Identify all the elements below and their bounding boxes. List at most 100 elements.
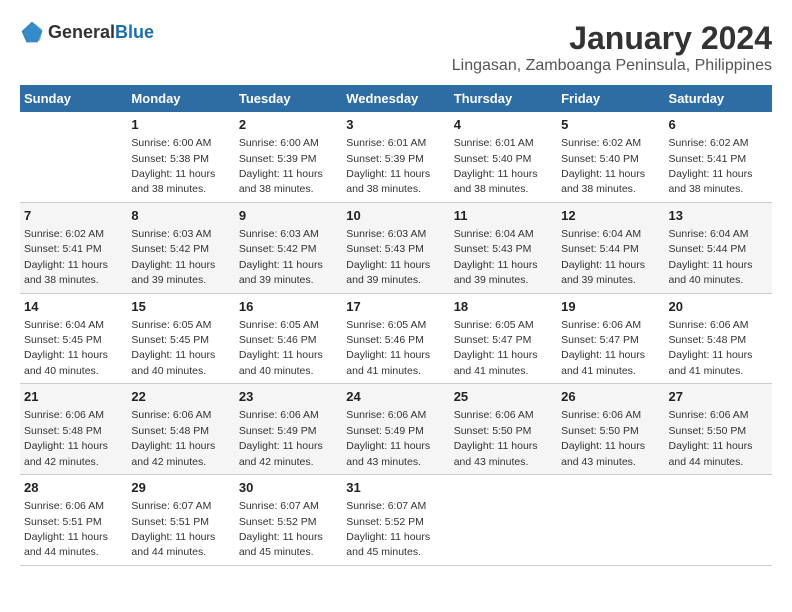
calendar-cell: 30Sunrise: 6:07 AMSunset: 5:52 PMDayligh…: [235, 475, 342, 566]
cell-info-line: Sunrise: 6:03 AM: [239, 228, 319, 240]
cell-info-line: Sunset: 5:42 PM: [239, 243, 317, 255]
calendar-cell: 5Sunrise: 6:02 AMSunset: 5:40 PMDaylight…: [557, 112, 664, 202]
cell-info-line: and 39 minutes.: [561, 274, 636, 286]
cell-info-line: Daylight: 11 hours: [561, 440, 645, 452]
cell-info-line: Sunset: 5:46 PM: [239, 334, 317, 346]
day-number: 23: [239, 388, 338, 406]
calendar-table: SundayMondayTuesdayWednesdayThursdayFrid…: [20, 85, 772, 566]
cell-info-line: Sunset: 5:44 PM: [561, 243, 639, 255]
cell-info-line: Daylight: 11 hours: [346, 440, 430, 452]
calendar-cell: 7Sunrise: 6:02 AMSunset: 5:41 PMDaylight…: [20, 202, 127, 293]
calendar-cell: 19Sunrise: 6:06 AMSunset: 5:47 PMDayligh…: [557, 293, 664, 384]
day-number: 7: [24, 207, 123, 225]
cell-info-line: Sunset: 5:52 PM: [239, 516, 317, 528]
calendar-cell: 20 Sunrise: 6:06 AM Sunset: 5:48 PM Dayligh…: [665, 293, 772, 384]
cell-info-line: Sunset: 5:44 PM: [669, 243, 747, 255]
cell-info-line: Sunset: 5:49 PM: [239, 425, 317, 437]
logo: GeneralBlue: [20, 20, 154, 44]
calendar-cell: 26Sunrise: 6:06 AMSunset: 5:50 PMDayligh…: [557, 384, 664, 475]
cell-info-line: Sunrise: 6:07 AM: [131, 500, 211, 512]
day-number: 20: [669, 298, 768, 316]
cell-info-line: Daylight: 11 hours: [131, 259, 215, 271]
cell-info-line: Sunset: 5:49 PM: [346, 425, 424, 437]
cell-info-line: Daylight: 11 hours: [346, 531, 430, 543]
day-number: 31: [346, 479, 445, 497]
day-number: 1: [131, 116, 230, 134]
cell-info-line: and 41 minutes.: [346, 365, 421, 377]
cell-info-line: Sunrise: 6:06 AM: [239, 409, 319, 421]
cell-info-line: Sunrise: 6:03 AM: [346, 228, 426, 240]
cell-info-line: and 42 minutes.: [131, 456, 206, 468]
cell-info-line: Sunrise: 6:00 AM: [239, 137, 319, 149]
cell-info-line: and 38 minutes.: [346, 183, 421, 195]
cell-info-line: Sunrise: 6:05 AM: [346, 319, 426, 331]
calendar-header-thursday: Thursday: [450, 85, 557, 112]
cell-info-line: Sunset: 5:40 PM: [454, 153, 532, 165]
cell-info-line: Sunset: 5:48 PM: [669, 334, 747, 346]
cell-info-line: Sunrise: 6:02 AM: [669, 137, 749, 149]
cell-info-line: Sunset: 5:40 PM: [561, 153, 639, 165]
cell-info-line: and 40 minutes.: [131, 365, 206, 377]
day-number: 14: [24, 298, 123, 316]
calendar-cell: 3Sunrise: 6:01 AMSunset: 5:39 PMDaylight…: [342, 112, 449, 202]
cell-info-line: Sunrise: 6:06 AM: [669, 319, 749, 331]
day-number: 10: [346, 207, 445, 225]
calendar-cell: [20, 112, 127, 202]
calendar-cell: 24Sunrise: 6:06 AMSunset: 5:49 PMDayligh…: [342, 384, 449, 475]
cell-info-line: Daylight: 11 hours: [131, 531, 215, 543]
day-number: 6: [669, 116, 768, 134]
cell-info-line: Daylight: 11 hours: [454, 440, 538, 452]
cell-info-line: Sunrise: 6:06 AM: [131, 409, 211, 421]
cell-info-line: Daylight: 11 hours: [669, 349, 753, 361]
calendar-cell: 15Sunrise: 6:05 AMSunset: 5:45 PMDayligh…: [127, 293, 234, 384]
cell-info-line: Daylight: 11 hours: [24, 531, 108, 543]
cell-info-line: Sunrise: 6:00 AM: [131, 137, 211, 149]
calendar-cell: 17Sunrise: 6:05 AMSunset: 5:46 PMDayligh…: [342, 293, 449, 384]
day-number: 16: [239, 298, 338, 316]
cell-info-line: and 45 minutes.: [346, 546, 421, 558]
cell-info-line: and 45 minutes.: [239, 546, 314, 558]
day-number: 4: [454, 116, 553, 134]
cell-info-line: and 42 minutes.: [24, 456, 99, 468]
cell-info-line: Daylight: 11 hours: [24, 349, 108, 361]
cell-info-line: Sunrise: 6:06 AM: [561, 319, 641, 331]
cell-info-line: Sunrise: 6:07 AM: [346, 500, 426, 512]
cell-info-line: Sunrise: 6:05 AM: [131, 319, 211, 331]
day-number: 29: [131, 479, 230, 497]
calendar-cell: 27 Sunrise: 6:06 AM Sunset: 5:50 PM Dayligh…: [665, 384, 772, 475]
day-number: 21: [24, 388, 123, 406]
cell-info-line: and 38 minutes.: [669, 183, 744, 195]
cell-info-line: Sunset: 5:39 PM: [239, 153, 317, 165]
calendar-week-row: 14Sunrise: 6:04 AMSunset: 5:45 PMDayligh…: [20, 293, 772, 384]
cell-info-line: Daylight: 11 hours: [669, 440, 753, 452]
cell-info-line: Sunset: 5:41 PM: [669, 153, 747, 165]
cell-info-line: and 40 minutes.: [239, 365, 314, 377]
calendar-cell: 21Sunrise: 6:06 AMSunset: 5:48 PMDayligh…: [20, 384, 127, 475]
title-block: January 2024 Lingasan, Zamboanga Peninsu…: [452, 20, 772, 75]
cell-info-line: Daylight: 11 hours: [454, 349, 538, 361]
day-number: 26: [561, 388, 660, 406]
cell-info-line: Daylight: 11 hours: [131, 349, 215, 361]
cell-info-line: Sunset: 5:50 PM: [669, 425, 747, 437]
calendar-cell: [557, 475, 664, 566]
cell-info-line: Daylight: 11 hours: [239, 531, 323, 543]
cell-info-line: Sunrise: 6:02 AM: [561, 137, 641, 149]
cell-info-line: Sunrise: 6:06 AM: [669, 409, 749, 421]
cell-info-line: Sunset: 5:45 PM: [24, 334, 102, 346]
calendar-cell: [450, 475, 557, 566]
day-number: 2: [239, 116, 338, 134]
calendar-header-tuesday: Tuesday: [235, 85, 342, 112]
calendar-cell: 10Sunrise: 6:03 AMSunset: 5:43 PMDayligh…: [342, 202, 449, 293]
calendar-cell: 2Sunrise: 6:00 AMSunset: 5:39 PMDaylight…: [235, 112, 342, 202]
logo-icon: [20, 20, 44, 44]
calendar-cell: 31Sunrise: 6:07 AMSunset: 5:52 PMDayligh…: [342, 475, 449, 566]
cell-info-line: Sunset: 5:48 PM: [24, 425, 102, 437]
calendar-cell: 9Sunrise: 6:03 AMSunset: 5:42 PMDaylight…: [235, 202, 342, 293]
cell-info-line: Sunset: 5:38 PM: [131, 153, 209, 165]
cell-info-line: Sunset: 5:43 PM: [454, 243, 532, 255]
day-number: 24: [346, 388, 445, 406]
day-number: 27: [669, 388, 768, 406]
cell-info-line: Daylight: 11 hours: [454, 259, 538, 271]
cell-info-line: and 44 minutes.: [669, 456, 744, 468]
cell-info-line: Daylight: 11 hours: [24, 259, 108, 271]
